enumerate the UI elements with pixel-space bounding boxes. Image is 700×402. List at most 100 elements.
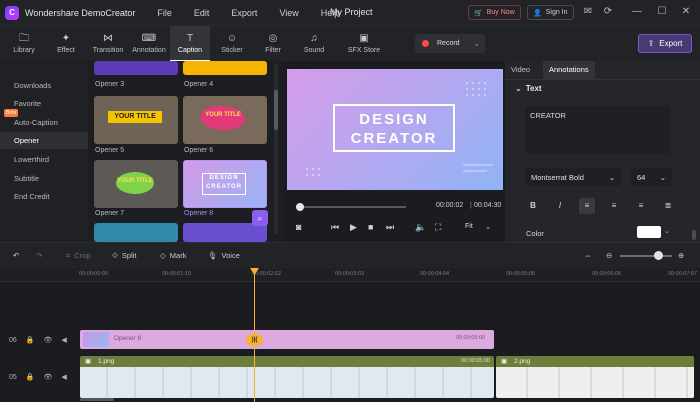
- align-justify-icon[interactable]: ≣: [660, 198, 676, 214]
- category-end-credit[interactable]: End Credit: [14, 192, 49, 201]
- minimize-icon[interactable]: —: [631, 6, 643, 18]
- tool-caption[interactable]: T Caption: [170, 26, 210, 62]
- tool-sfx-store[interactable]: ▣ SFX Store: [344, 26, 384, 62]
- thumbnail-label: Opener 6: [184, 147, 214, 154]
- image-clip-2[interactable]: ▣ 2.png: [496, 356, 694, 398]
- zoom-out-icon[interactable]: ⊖: [606, 251, 612, 260]
- export-button[interactable]: ⇪ Export: [638, 34, 692, 53]
- image-clip-1[interactable]: ▣ 1.png 00:00:05:00: [80, 356, 494, 398]
- play-icon[interactable]: ▶: [350, 222, 357, 233]
- thumb-title-text: YOUR TITLE: [108, 111, 162, 123]
- eye-icon[interactable]: 👁: [44, 336, 53, 344]
- microphone-icon: 🎙: [208, 251, 218, 260]
- seek-knob[interactable]: [296, 203, 304, 211]
- zoom-in-icon[interactable]: ⊕: [678, 251, 684, 260]
- fit-dropdown[interactable]: Fit ⌄: [461, 219, 495, 234]
- menu-edit[interactable]: Edit: [194, 8, 210, 18]
- thumbnail-opener-5[interactable]: YOUR TITLE: [94, 96, 178, 144]
- crop-button[interactable]: ⌗ Crop: [66, 251, 91, 261]
- speaker-icon[interactable]: ◀: [61, 373, 66, 381]
- sign-in-button[interactable]: 👤 Sign In: [527, 5, 574, 20]
- fullscreen-icon[interactable]: ⛶: [435, 222, 441, 233]
- font-family-dropdown[interactable]: Montserrat Bold ⌄: [525, 168, 621, 186]
- font-size-dropdown[interactable]: 64 ⌄: [631, 168, 672, 186]
- filter-icon: ◎: [268, 33, 278, 44]
- tool-annotation[interactable]: ⌨ Annotation: [128, 26, 170, 62]
- search-icon[interactable]: ⌕: [252, 210, 268, 226]
- category-lowerthird[interactable]: Lowerthird: [14, 155, 49, 164]
- lock-icon[interactable]: 🔒: [26, 373, 35, 381]
- buy-now-button[interactable]: 🛒 Buy Now: [468, 5, 521, 20]
- close-icon[interactable]: ✕: [680, 6, 692, 18]
- zoom-slider-knob[interactable]: [654, 251, 663, 260]
- tool-transition[interactable]: ⋈ Transition: [88, 26, 128, 62]
- category-subtitle[interactable]: Subtitle: [14, 174, 39, 183]
- speaker-icon[interactable]: ◀: [61, 336, 66, 344]
- zoom-slider[interactable]: [620, 255, 672, 257]
- tab-annotations[interactable]: Annotations: [543, 61, 595, 79]
- tab-video[interactable]: Video: [511, 61, 530, 79]
- category-favorite[interactable]: Favorite: [14, 99, 41, 108]
- cart-icon: 🛒: [474, 9, 483, 17]
- tool-filter[interactable]: ◎ Filter: [256, 26, 290, 62]
- tool-sticker[interactable]: ☺ Sticker: [214, 26, 250, 62]
- thumbnail-opener-6[interactable]: YOUR TITLE: [183, 96, 267, 144]
- tool-effect[interactable]: ✦ Effect: [48, 26, 84, 62]
- bold-icon[interactable]: B: [525, 198, 541, 214]
- category-opener[interactable]: Opener: [0, 132, 88, 149]
- thumb-title-text: YOUR TITLE: [117, 178, 153, 184]
- snapshot-icon[interactable]: ◙: [296, 222, 301, 232]
- thumbnail-opener-4[interactable]: [183, 61, 267, 75]
- caption-text-input[interactable]: CREATOR: [525, 106, 670, 154]
- prev-frame-icon[interactable]: ⏮: [331, 222, 339, 233]
- fit-timeline-icon[interactable]: ⇔: [584, 251, 592, 260]
- tool-library[interactable]: 🗀 Library: [6, 26, 42, 62]
- mark-icon: ◇: [160, 251, 166, 260]
- mark-button[interactable]: ◇ Mark: [160, 251, 186, 260]
- menu-view[interactable]: View: [279, 8, 298, 18]
- menu-export[interactable]: Export: [231, 8, 257, 18]
- align-right-icon[interactable]: ≡: [633, 198, 649, 214]
- maximize-icon[interactable]: ☐: [656, 6, 668, 18]
- annotation-icon: ⌨: [141, 33, 157, 44]
- email-icon[interactable]: ✉: [582, 6, 594, 18]
- redo-icon[interactable]: ↷: [36, 251, 42, 260]
- volume-icon[interactable]: 🔈: [415, 222, 426, 233]
- preview-canvas[interactable]: DESIGN CREATOR: [287, 69, 503, 190]
- undo-icon[interactable]: ↶: [13, 251, 19, 260]
- timeline-scrollbar[interactable]: [80, 398, 114, 401]
- italic-icon[interactable]: I: [552, 198, 568, 214]
- clip-frames: [496, 367, 694, 398]
- thumb-design-text: DESIGN CREATOR: [202, 173, 246, 195]
- record-dot-icon: [422, 40, 429, 47]
- thumbnail-opener-9[interactable]: [94, 223, 178, 242]
- stop-icon[interactable]: ■: [368, 222, 373, 232]
- beta-badge: Beta: [4, 109, 19, 117]
- split-marker-icon[interactable]: )|(: [246, 334, 263, 346]
- align-left-icon[interactable]: ≡: [579, 198, 595, 214]
- opener-clip[interactable]: Opener 8 00:00:05:00: [80, 330, 494, 349]
- voice-button[interactable]: 🎙 Voice: [208, 251, 240, 260]
- text-color-swatch[interactable]: [637, 226, 661, 238]
- lock-icon[interactable]: 🔒: [26, 336, 35, 344]
- design-creator-title[interactable]: DESIGN CREATOR: [333, 104, 455, 152]
- align-center-icon[interactable]: ≡: [606, 198, 622, 214]
- next-frame-icon[interactable]: ⏭: [386, 222, 394, 233]
- eye-icon[interactable]: 👁: [44, 373, 53, 381]
- thumbnail-opener-3[interactable]: [94, 61, 178, 75]
- grid-scrollbar-thumb[interactable]: [274, 90, 278, 130]
- color-label: Color: [526, 229, 544, 238]
- menu-file[interactable]: File: [157, 8, 172, 18]
- properties-scrollbar[interactable]: [692, 230, 696, 240]
- preview-seek-bar[interactable]: [296, 203, 406, 211]
- refresh-icon[interactable]: ⟳: [602, 6, 614, 18]
- chevron-down-icon[interactable]: ⌄: [664, 227, 670, 235]
- thumbnail-opener-7[interactable]: YOUR TITLE: [94, 160, 178, 208]
- split-button[interactable]: ⟐ Split: [112, 251, 137, 261]
- category-auto-caption[interactable]: Auto-Caption: [14, 118, 58, 127]
- thumbnail-opener-8[interactable]: DESIGN CREATOR: [183, 160, 267, 208]
- category-downloads[interactable]: Downloads: [14, 81, 51, 90]
- record-button[interactable]: Record ⌄: [415, 34, 485, 53]
- tool-sound[interactable]: ♫ Sound: [296, 26, 332, 62]
- clip-header: ▣ 2.png: [501, 358, 531, 365]
